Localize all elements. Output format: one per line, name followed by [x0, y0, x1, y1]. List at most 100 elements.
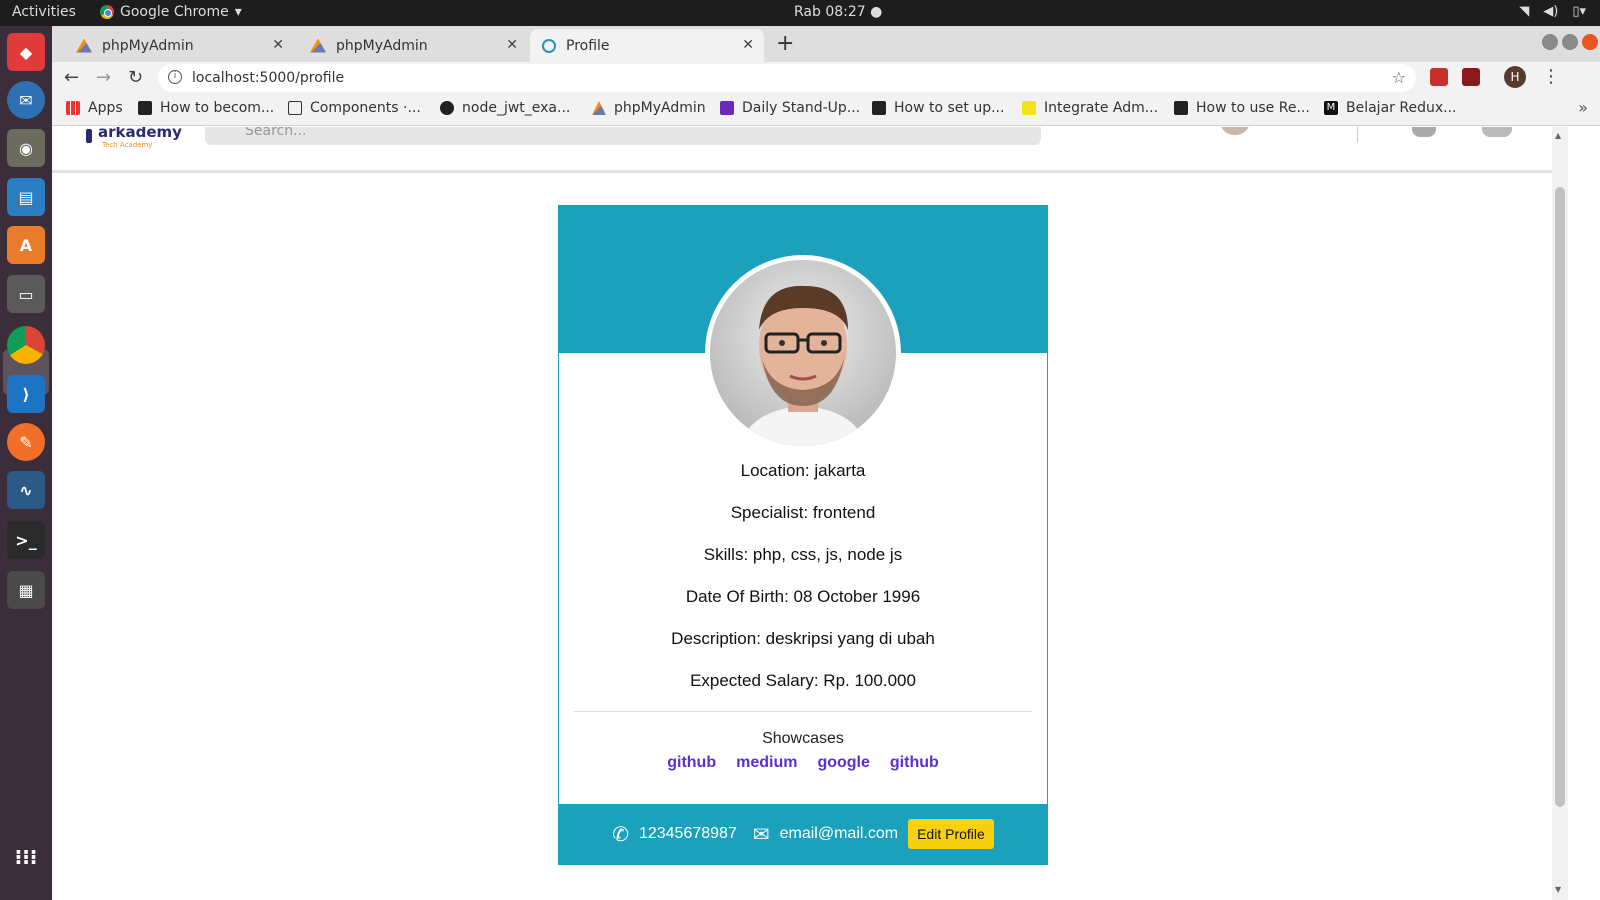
clock[interactable]: Rab 08:27 ●	[794, 4, 882, 20]
minimize-button[interactable]	[1542, 34, 1558, 50]
date-of-birth-text: Date Of Birth: 08 October 1996	[685, 587, 921, 606]
show-apps-icon[interactable]: ⁝⁝⁝	[7, 838, 45, 876]
tab-profile[interactable]: Profile ✕	[530, 29, 764, 62]
showcase-link-google[interactable]: google	[817, 754, 869, 772]
bookmark-item[interactable]: M Belajar Redux...	[1324, 100, 1456, 116]
scrollbar-thumb[interactable]	[1555, 187, 1565, 807]
description-text: Description: deskripsi yang di ubah	[671, 629, 935, 648]
rhythmbox-icon[interactable]: ◉	[7, 129, 45, 167]
profile-avatar-image	[710, 260, 896, 446]
phone-number: 12345678987	[638, 825, 737, 842]
page-viewport: arkademy Tech Academy Search... Location…	[52, 127, 1552, 900]
thunderbird-icon[interactable]: ✉	[7, 81, 45, 119]
bookmark-item[interactable]: How to set up...	[872, 100, 1004, 116]
search-input[interactable]: Search...	[205, 127, 1041, 145]
video-editor-icon[interactable]: ▦	[7, 571, 45, 609]
volume-icon: ◀)	[1543, 4, 1559, 19]
tab-label: phpMyAdmin	[336, 37, 428, 54]
bookmark-item[interactable]: node_jwt_exa...	[440, 100, 570, 116]
anydesk-icon[interactable]: ◆	[7, 33, 45, 71]
bookmark-item[interactable]: How to becom...	[138, 100, 274, 116]
search-placeholder: Search...	[245, 127, 307, 139]
address-bar[interactable]: i localhost:5000/profile ☆	[158, 64, 1416, 92]
info-icon[interactable]: i	[168, 70, 182, 84]
window-close-button[interactable]	[1582, 34, 1598, 50]
writer-icon[interactable]: ▤	[7, 178, 45, 216]
battery-icon: ▯▾	[1572, 4, 1586, 19]
phone-icon: ✆	[612, 823, 629, 846]
bookmark-item[interactable]: Integrate Adm...	[1022, 100, 1158, 116]
software-center-icon[interactable]: A	[7, 226, 45, 264]
bookmark-icon	[138, 101, 152, 115]
profile-avatar[interactable]: H	[1504, 66, 1526, 88]
forward-button[interactable]: →	[96, 67, 111, 88]
app-menu[interactable]: Google Chrome ▾	[100, 4, 242, 20]
showcase-link-medium[interactable]: medium	[736, 754, 797, 772]
chrome-dock-icon[interactable]	[7, 326, 45, 364]
bookmark-label: Belajar Redux...	[1346, 100, 1457, 116]
maximize-button[interactable]	[1562, 34, 1578, 50]
edit-profile-button[interactable]: Edit Profile	[908, 819, 994, 849]
showcase-links: github medium google github	[559, 754, 1047, 772]
pen-icon	[1022, 101, 1036, 115]
phpmyadmin-icon	[76, 38, 92, 53]
close-icon[interactable]: ✕	[742, 37, 754, 53]
bookmark-label: How to use Re...	[1196, 100, 1310, 116]
new-tab-button[interactable]: +	[776, 31, 794, 56]
showcase-link-github[interactable]: github	[667, 754, 716, 772]
close-icon[interactable]: ✕	[272, 37, 284, 53]
header-avatar[interactable]	[1220, 127, 1250, 135]
star-icon[interactable]: ☆	[1392, 68, 1406, 87]
profile-card: Location: jakarta Specialist: frontend S…	[558, 205, 1048, 865]
logo-text: arkademy	[98, 127, 182, 141]
card-footer: ✆ 12345678987 ✉ email@mail.com Edit Prof…	[559, 804, 1047, 864]
notification-icon[interactable]	[1482, 127, 1512, 137]
terminal-icon[interactable]: >_	[7, 521, 45, 559]
bookmark-item[interactable]: phpMyAdmin	[592, 100, 706, 116]
more-menu-icon[interactable]: ⋮	[1542, 66, 1560, 87]
system-top-bar: Activities Google Chrome ▾ Rab 08:27 ● ◥…	[0, 0, 1600, 26]
scroll-down-icon[interactable]: ▼	[1555, 885, 1561, 894]
bookmark-label: How to becom...	[160, 100, 275, 116]
apps-grid-icon	[66, 101, 80, 115]
tab-label: phpMyAdmin	[102, 37, 194, 54]
tab-phpmyadmin-1[interactable]: phpMyAdmin ✕	[64, 29, 294, 62]
close-icon[interactable]: ✕	[506, 37, 518, 53]
arkademy-logo[interactable]: arkademy Tech Academy	[86, 127, 182, 149]
page-scrollbar[interactable]: ▲ ▼	[1552, 127, 1568, 900]
react-icon	[542, 38, 556, 53]
chat-icon[interactable]	[1412, 127, 1436, 137]
bookmark-item[interactable]: Daily Stand-Up...	[720, 100, 860, 116]
window-edge	[1568, 127, 1600, 900]
files-icon[interactable]: ▭	[7, 275, 45, 313]
window-controls	[1542, 34, 1598, 50]
mysql-workbench-icon[interactable]: ∿	[7, 471, 45, 509]
reload-button[interactable]: ↻	[128, 67, 143, 88]
extension-icon[interactable]	[1430, 68, 1448, 86]
email-address: email@mail.com	[779, 825, 899, 842]
postman-icon[interactable]: ✎	[7, 423, 45, 461]
tab-phpmyadmin-2[interactable]: phpMyAdmin ✕	[298, 29, 528, 62]
showcase-link-github-2[interactable]: github	[890, 754, 939, 772]
bookmark-label: node_jwt_exa...	[462, 100, 571, 116]
more-bookmarks-icon[interactable]: »	[1578, 98, 1588, 117]
logo-mark-icon	[86, 129, 92, 143]
bookmarks-bar: Apps How to becom... Components ·... nod…	[52, 92, 1600, 126]
bookmark-item[interactable]: Components ·...	[288, 100, 421, 116]
system-tray[interactable]: ◥ ◀) ▯▾	[1519, 4, 1586, 19]
profile-photo	[705, 255, 901, 451]
scroll-up-icon[interactable]: ▲	[1555, 131, 1561, 140]
email-icon: ✉	[752, 823, 770, 846]
chevron-down-icon: ▾	[234, 4, 242, 20]
bookmark-apps[interactable]: Apps	[66, 100, 123, 116]
bookmark-item[interactable]: How to use Re...	[1174, 100, 1310, 116]
tab-strip: phpMyAdmin ✕ phpMyAdmin ✕ Profile ✕ +	[52, 26, 1600, 62]
skills-text: Skills: php, css, js, node js	[703, 545, 903, 564]
expected-salary-text: Expected Salary: Rp. 100.000	[690, 671, 916, 690]
vscode-icon[interactable]: ⟩	[7, 375, 45, 413]
phpmyadmin-icon	[310, 38, 326, 53]
back-button[interactable]: ←	[64, 67, 79, 88]
ublock-icon[interactable]	[1462, 68, 1480, 86]
activities-button[interactable]: Activities	[12, 4, 76, 20]
location-text: Location: jakarta	[740, 461, 866, 480]
